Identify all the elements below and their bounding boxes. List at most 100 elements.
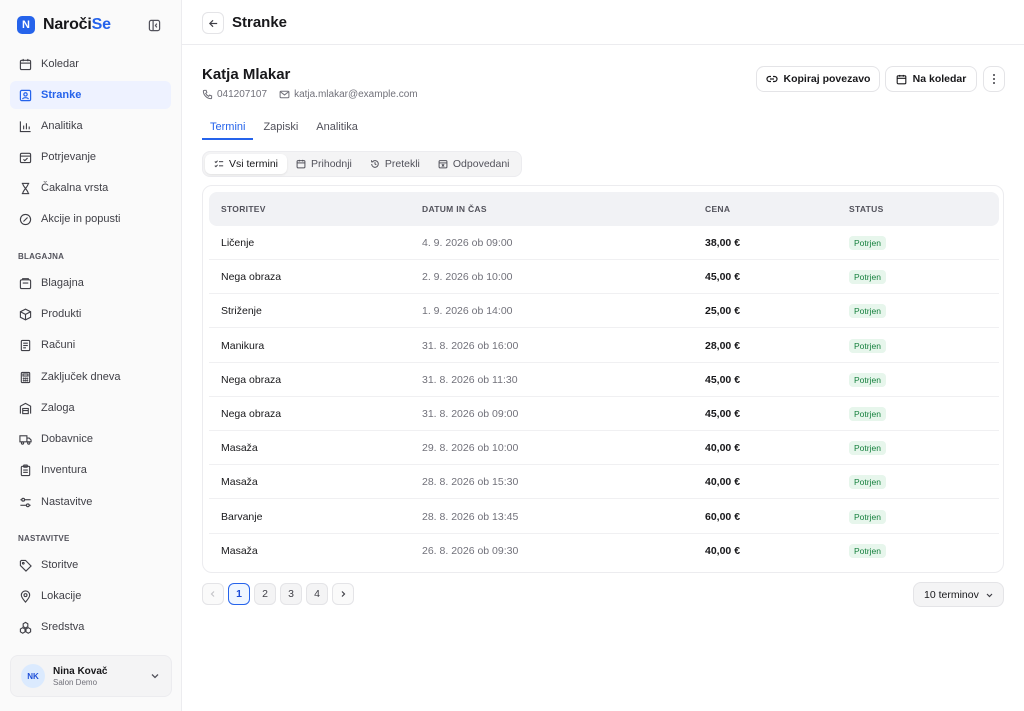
app-root: N NaročiSe Koledar Stranke Analitika Pot… [0,0,1024,711]
next-page-button[interactable] [332,583,354,605]
table-row[interactable]: Ličenje 4. 9. 2026 ob 09:00 38,00 € Potrjen [209,226,999,260]
chevron-down-icon [986,593,993,598]
sidebar-collapse-icon[interactable] [147,18,161,32]
status-badge: Potrjen [849,338,886,353]
user-info: Nina Kovač Salon Demo [53,666,107,687]
status-cell: Potrjen [849,304,886,319]
price-cell: 28,00 € [705,339,741,352]
user-menu[interactable]: NK Nina Kovač Salon Demo [10,655,172,697]
sidebar-item-lokacije[interactable]: Lokacije [10,582,171,610]
service-cell: Ličenje [221,237,255,249]
price-cell: 40,00 € [705,476,741,489]
datetime-cell: 31. 8. 2026 ob 16:00 [422,339,519,352]
sidebar-item-potrjevanje[interactable]: Potrjevanje [10,143,171,171]
table-row[interactable]: Nega obraza 2. 9. 2026 ob 10:00 45,00 € Pot… [209,260,999,295]
tab-analitika[interactable]: Analitika [308,118,366,140]
sidebar-item-label: Potrjevanje [41,151,97,163]
filter-all[interactable]: Vsi termini [205,154,288,174]
status-cell: Potrjen [849,270,886,285]
status-badge: Potrjen [849,509,886,524]
page-button-4[interactable]: 4 [306,583,328,605]
sidebar-item-analitika[interactable]: Analitika [10,112,171,140]
sidebar-item-dobavnice[interactable]: Dobavnice [10,425,171,453]
service-cell: Nega obraza [221,408,282,420]
per-page-select[interactable]: 10 terminov [913,582,1004,607]
sidebar-item-sredstva[interactable]: Sredstva [10,613,171,641]
client-name: Katja Mlakar [202,66,291,83]
table-row[interactable]: Manikura 31. 8. 2026 ob 16:00 28,00 € Potrj… [209,329,999,363]
price-cell: 45,00 € [705,408,741,420]
truck-icon [19,433,32,446]
brand[interactable]: N NaročiSe [17,15,111,35]
back-button[interactable] [202,12,224,34]
sidebar-item-inventura[interactable]: Inventura [10,456,171,484]
service-cell: Manikura [221,339,265,352]
sidebar-item-label: Produkti [41,308,82,320]
sidebar-item-racuni[interactable]: Računi [10,331,171,359]
table-row[interactable]: Striženje 1. 9. 2026 ob 14:00 25,00 € Potrj… [209,294,999,329]
client-phone[interactable]: 041207107 [202,89,267,100]
sidebar-item-akcije[interactable]: Akcije in popusti [10,205,171,233]
table-row[interactable]: Nega obraza 31. 8. 2026 ob 11:30 45,00 € Po… [209,363,999,397]
tab-termini[interactable]: Termini [202,118,254,140]
sidebar-item-zakljucek-dneva[interactable]: Zaključek dneva [10,363,171,391]
status-badge: Potrjen [849,372,886,387]
client-tabs: Termini Zapiski Analitika [202,118,366,140]
table-row[interactable]: Barvanje 28. 8. 2026 ob 13:45 60,00 € Potrj… [209,500,999,534]
to-calendar-button[interactable]: Na koledar [885,66,977,92]
avatar: NK [21,664,45,688]
calendar-x-icon [438,160,448,169]
more-options-button[interactable] [983,66,1005,92]
sidebar-item-koledar[interactable]: Koledar [10,50,171,78]
prev-page-button[interactable] [202,583,224,605]
table-row[interactable]: Masaža 29. 8. 2026 ob 10:00 40,00 € Potrjen [209,431,999,466]
column-header-status: STATUS [849,204,884,214]
filter-cancelled[interactable]: Odpovedani [429,154,519,174]
sidebar-item-label: Akcije in popusti [41,213,121,225]
sidebar-item-blagajna-nastavitve[interactable]: Nastavitve [10,488,171,516]
sidebar-item-label: Čakalna vrsta [41,182,109,194]
main-content: Stranke Katja Mlakar 041207107 katja.mla… [182,0,1024,711]
service-cell: Masaža [221,544,258,557]
tab-zapiski[interactable]: Zapiski [255,118,306,140]
datetime-cell: 2. 9. 2026 ob 10:00 [422,271,513,284]
link-icon [765,75,778,83]
column-header-datetime: DATUM IN ČAS [422,204,487,214]
appointments-table: STORITEV DATUM IN ČAS CENA STATUS Ličenj… [202,185,1004,573]
calendar-icon [296,159,306,169]
user-org: Salon Demo [53,677,98,687]
copy-link-button[interactable]: Kopiraj povezavo [756,66,880,92]
table-row[interactable]: Masaža 26. 8. 2026 ob 09:30 40,00 € Potrjen [209,534,999,568]
sidebar-item-label: Storitve [41,559,79,571]
sidebar-item-blagajna[interactable]: Blagajna [10,269,171,297]
sidebar-item-storitve[interactable]: Storitve [10,551,171,579]
sidebar-item-label: Zaloga [41,402,75,414]
table-row[interactable]: Nega obraza 31. 8. 2026 ob 09:00 45,00 € Po… [209,397,999,431]
service-cell: Masaža [221,476,258,489]
sidebar-item-label: Blagajna [41,277,84,289]
service-cell: Striženje [221,305,262,318]
datetime-cell: 1. 9. 2026 ob 14:00 [422,305,513,318]
datetime-cell: 26. 8. 2026 ob 09:30 [422,544,519,557]
filter-upcoming[interactable]: Prihodnji [287,154,361,174]
calendar-check-icon [19,151,32,164]
sidebar-item-cakalna-vrsta[interactable]: Čakalna vrsta [10,174,171,202]
datetime-cell: 28. 8. 2026 ob 13:45 [422,510,519,523]
datetime-cell: 31. 8. 2026 ob 09:00 [422,408,519,420]
datetime-cell: 29. 8. 2026 ob 10:00 [422,442,519,455]
sidebar-item-produkti[interactable]: Produkti [10,300,171,328]
page-button-3[interactable]: 3 [280,583,302,605]
price-cell: 40,00 € [705,442,741,455]
page-button-1[interactable]: 1 [228,583,250,605]
table-row[interactable]: Masaža 28. 8. 2026 ob 15:30 40,00 € Potrjen [209,465,999,500]
filter-past[interactable]: Pretekli [361,154,429,174]
client-email[interactable]: katja.mlakar@example.com [279,89,418,100]
section-label-blagajna: BLAGAJNA [18,252,65,261]
sidebar-item-stranke[interactable]: Stranke [10,81,171,109]
page-button-2[interactable]: 2 [254,583,276,605]
package-icon [19,307,32,321]
status-badge: Potrjen [849,407,886,421]
clipboard-icon [19,464,32,477]
sidebar-item-zaloga[interactable]: Zaloga [10,394,171,422]
sidebar-item-label: Sredstva [41,621,85,633]
